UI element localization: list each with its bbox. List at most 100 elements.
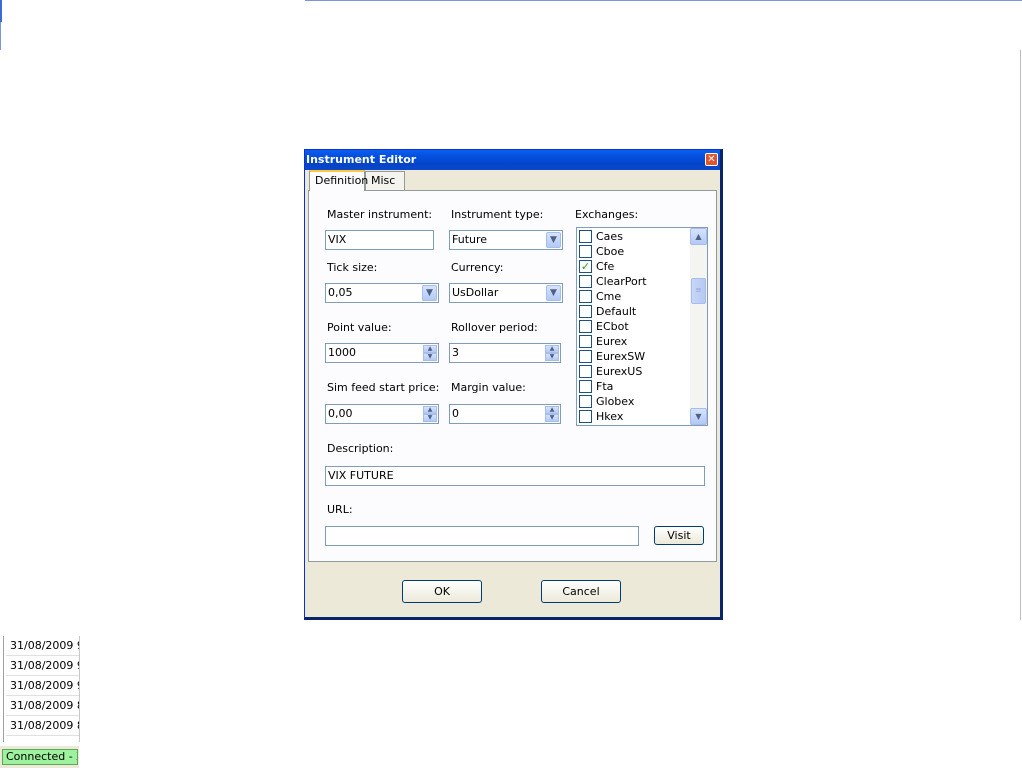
checkbox[interactable]	[579, 395, 592, 408]
exchanges-label: Exchanges:	[575, 208, 639, 221]
margin-value-label: Margin value:	[451, 381, 526, 394]
checkbox[interactable]	[579, 245, 592, 258]
list-item-label: EurexSW	[596, 350, 646, 363]
table-row[interactable]: 31/08/2009 8	[6, 696, 79, 716]
tick-size-label: Tick size:	[327, 261, 378, 274]
background-window-edge	[0, 0, 2, 22]
rollover-period-label: Rollover period:	[451, 321, 538, 334]
point-value-value: 1000	[328, 346, 356, 359]
checkbox-checked[interactable]: ✓	[579, 260, 592, 273]
list-item-label: Cme	[596, 290, 622, 303]
list-item[interactable]: Default	[579, 304, 689, 319]
dialog-title: Instrument Editor	[306, 153, 417, 166]
rollover-period-input[interactable]: 3 ▲ ▼	[449, 343, 561, 363]
chevron-down-icon[interactable]: ▼	[546, 285, 561, 301]
checkbox[interactable]	[579, 305, 592, 318]
chevron-down-icon[interactable]: ▼	[546, 232, 561, 248]
currency-select[interactable]: UsDollar ▼	[449, 283, 563, 303]
list-item[interactable]: Fta	[579, 379, 689, 394]
tab-misc[interactable]: Misc	[365, 171, 405, 190]
background-window-edge	[305, 0, 1022, 1]
currency-label: Currency:	[451, 261, 504, 274]
list-item-label: ECbot	[596, 320, 629, 333]
sim-feed-start-price-value: 0,00	[328, 407, 353, 420]
spin-up-icon[interactable]: ▲	[423, 345, 437, 353]
definition-panel: Master instrument: VIX Instrument type: …	[308, 190, 717, 562]
spin-down-icon[interactable]: ▼	[545, 353, 559, 361]
list-item[interactable]: Hkex	[579, 409, 689, 424]
checkbox[interactable]	[579, 275, 592, 288]
list-item[interactable]: ECbot	[579, 319, 689, 334]
table-row[interactable]: 31/08/2009 9	[6, 676, 79, 696]
checkbox[interactable]	[579, 290, 592, 303]
sim-feed-start-price-input[interactable]: 0,00 ▲ ▼	[325, 404, 439, 424]
list-item-label: Cfe	[596, 260, 615, 273]
instrument-editor-dialog: Instrument Editor ✕ Definition Misc Mast…	[304, 149, 723, 620]
table-row[interactable]: 31/08/2009 8	[6, 716, 79, 736]
list-item[interactable]: ClearPort	[579, 274, 689, 289]
checkbox[interactable]	[579, 350, 592, 363]
spin-down-icon[interactable]: ▼	[423, 414, 437, 422]
list-item-label: Fta	[596, 380, 614, 393]
list-item[interactable]: Globex	[579, 394, 689, 409]
spin-up-icon[interactable]: ▲	[545, 345, 559, 353]
list-item-label: Globex	[596, 395, 635, 408]
list-item[interactable]: EurexUS	[579, 364, 689, 379]
list-item-label: ClearPort	[596, 275, 647, 288]
cancel-button[interactable]: Cancel	[541, 580, 621, 603]
checkbox[interactable]	[579, 365, 592, 378]
status-bar: Connected - Ze	[0, 746, 79, 768]
margin-value-value: 0	[452, 407, 459, 420]
master-instrument-label: Master instrument:	[327, 208, 433, 221]
dialog-titlebar[interactable]: Instrument Editor ✕	[305, 150, 720, 170]
exchanges-scrollbar[interactable]: ▲ ≡ ▼	[690, 228, 707, 425]
master-instrument-input[interactable]: VIX	[325, 230, 434, 250]
list-item-label: Hkex	[596, 410, 624, 423]
connection-status: Connected - Ze	[2, 749, 78, 765]
list-item-label: Caes	[596, 230, 623, 243]
scroll-down-icon[interactable]: ▼	[690, 408, 707, 425]
list-item[interactable]: EurexSW	[579, 349, 689, 364]
list-item[interactable]: Caes	[579, 229, 689, 244]
list-item-label: Eurex	[596, 335, 628, 348]
visit-button[interactable]: Visit	[654, 526, 704, 545]
sim-feed-start-price-label: Sim feed start price:	[327, 381, 440, 394]
ok-button[interactable]: OK	[402, 580, 482, 603]
description-label: Description:	[327, 442, 394, 455]
table-row[interactable]: 31/08/2009 9	[6, 636, 79, 656]
scroll-up-icon[interactable]: ▲	[690, 228, 707, 245]
checkbox[interactable]	[579, 230, 592, 243]
spin-up-icon[interactable]: ▲	[545, 406, 559, 414]
list-item[interactable]: ✓ Cfe	[579, 259, 689, 274]
spin-down-icon[interactable]: ▼	[545, 414, 559, 422]
margin-value-input[interactable]: 0 ▲ ▼	[449, 404, 561, 424]
spin-up-icon[interactable]: ▲	[423, 406, 437, 414]
list-item[interactable]: Cme	[579, 289, 689, 304]
tab-definition[interactable]: Definition	[309, 170, 368, 191]
spin-down-icon[interactable]: ▼	[423, 353, 437, 361]
checkbox[interactable]	[579, 380, 592, 393]
checkbox[interactable]	[579, 320, 592, 333]
url-label: URL:	[327, 503, 353, 516]
tick-size-select[interactable]: 0,05 ▼	[325, 283, 439, 303]
list-item-label: EurexUS	[596, 365, 643, 378]
chevron-down-icon[interactable]: ▼	[422, 285, 437, 301]
list-item[interactable]: Eurex	[579, 334, 689, 349]
point-value-input[interactable]: 1000 ▲ ▼	[325, 343, 439, 363]
scroll-thumb[interactable]: ≡	[691, 278, 706, 304]
background-window-edge	[1020, 50, 1021, 620]
table-row[interactable]: 31/08/2009 9	[6, 656, 79, 676]
list-item-label: Default	[596, 305, 637, 318]
instrument-type-label: Instrument type:	[451, 208, 544, 221]
description-input[interactable]: VIX FUTURE	[325, 466, 705, 486]
exchanges-list[interactable]: Caes Cboe ✓ Cfe ClearPort Cme Default ECb…	[576, 227, 708, 426]
url-input[interactable]	[325, 526, 639, 546]
tick-size-value: 0,05	[328, 286, 353, 299]
checkbox[interactable]	[579, 335, 592, 348]
list-item-label: Cboe	[596, 245, 625, 258]
close-icon[interactable]: ✕	[705, 153, 718, 166]
list-item[interactable]: Cboe	[579, 244, 689, 259]
checkbox[interactable]	[579, 410, 592, 423]
currency-value: UsDollar	[452, 286, 499, 299]
instrument-type-select[interactable]: Future ▼	[449, 230, 563, 250]
